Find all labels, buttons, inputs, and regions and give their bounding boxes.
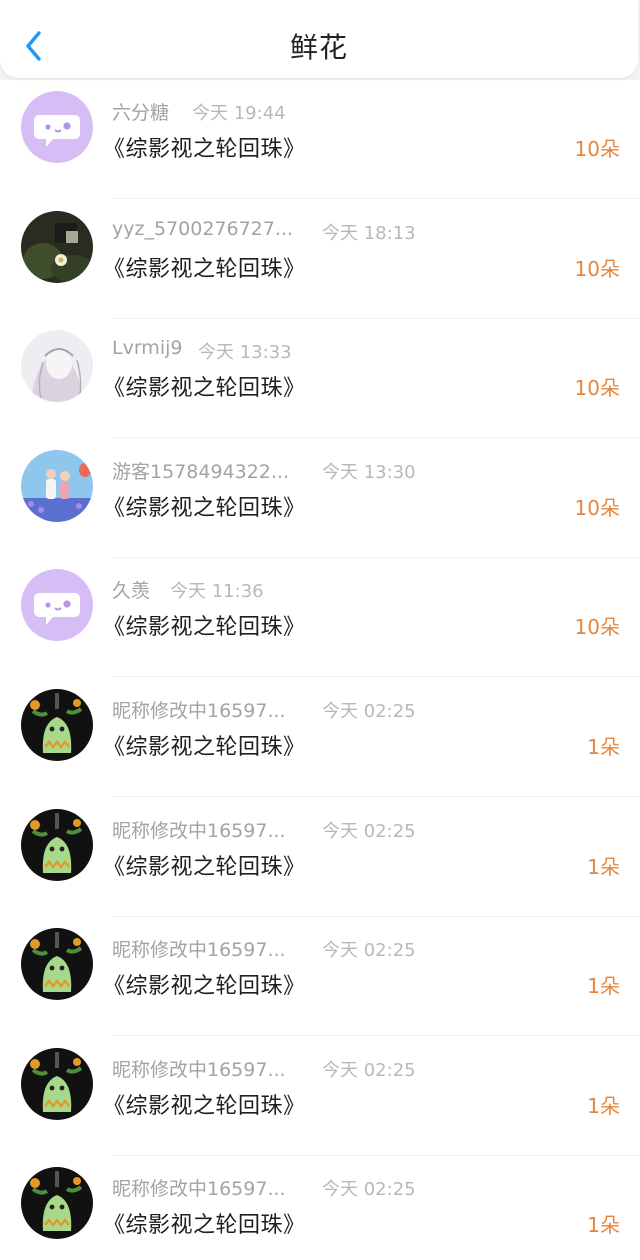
username[interactable]: 游客1578494322... xyxy=(112,457,289,484)
timestamp: 今天 18:13 xyxy=(322,223,416,244)
book-title: 《综影视之轮回珠》 xyxy=(103,855,306,880)
row-divider xyxy=(112,437,640,438)
flower-count: 10朵 xyxy=(574,257,620,281)
cactus-avatar[interactable] xyxy=(21,809,93,881)
cactus-avatar[interactable] xyxy=(21,1048,93,1120)
username[interactable]: 久羡 xyxy=(112,576,150,603)
timestamp: 今天 02:25 xyxy=(322,701,416,722)
flower-count: 10朵 xyxy=(574,615,620,639)
timestamp: 今天 02:25 xyxy=(322,821,416,842)
flower-count: 10朵 xyxy=(574,376,620,400)
flower-count: 1朵 xyxy=(587,735,620,759)
username[interactable]: yyz_5700276727... xyxy=(112,218,293,240)
flower-list: 六分糖 今天 19:44 《综影视之轮回珠》 10朵 yyz_5700276727...… xyxy=(0,80,640,1260)
flower-count: 1朵 xyxy=(587,1094,620,1118)
flower-item[interactable]: 昵称修改中16597... 今天 02:25 《综影视之轮回珠》 1朵 xyxy=(0,1156,640,1260)
flower-count: 1朵 xyxy=(587,1213,620,1237)
row-divider xyxy=(112,1035,640,1036)
row-divider xyxy=(112,676,640,677)
book-title: 《综影视之轮回珠》 xyxy=(103,1213,306,1238)
timestamp: 今天 02:25 xyxy=(322,940,416,961)
cactus-avatar[interactable] xyxy=(21,928,93,1000)
username[interactable]: 昵称修改中16597... xyxy=(112,1055,286,1082)
chat-bubble-avatar[interactable] xyxy=(21,569,93,641)
timestamp: 今天 02:25 xyxy=(322,1179,416,1200)
timestamp: 今天 02:25 xyxy=(322,1060,416,1081)
timestamp: 今天 11:36 xyxy=(170,581,264,602)
sketch-avatar[interactable] xyxy=(21,330,93,402)
top-bar: 鲜花 xyxy=(0,0,638,78)
flower-item[interactable]: 昵称修改中16597... 今天 02:25 《综影视之轮回珠》 1朵 xyxy=(0,678,640,797)
username[interactable]: 昵称修改中16597... xyxy=(112,696,286,723)
flower-item[interactable]: 久羡 今天 11:36 《综影视之轮回珠》 10朵 xyxy=(0,558,640,677)
flower-item[interactable]: Lvrmij9 今天 13:33 《综影视之轮回珠》 10朵 xyxy=(0,319,640,438)
flower-count: 10朵 xyxy=(574,496,620,520)
book-title: 《综影视之轮回珠》 xyxy=(103,735,306,760)
book-title: 《综影视之轮回珠》 xyxy=(103,974,306,999)
flower-count: 10朵 xyxy=(574,137,620,161)
username[interactable]: 昵称修改中16597... xyxy=(112,816,286,843)
username[interactable]: 昵称修改中16597... xyxy=(112,935,286,962)
flower-count: 1朵 xyxy=(587,974,620,998)
book-title: 《综影视之轮回珠》 xyxy=(103,137,306,162)
book-title: 《综影视之轮回珠》 xyxy=(103,257,306,282)
timestamp: 今天 13:33 xyxy=(198,342,292,363)
flower-count: 1朵 xyxy=(587,855,620,879)
book-title: 《综影视之轮回珠》 xyxy=(103,615,306,640)
flower-item[interactable]: 六分糖 今天 19:44 《综影视之轮回珠》 10朵 xyxy=(0,80,640,199)
cactus-avatar[interactable] xyxy=(21,689,93,761)
username[interactable]: 昵称修改中16597... xyxy=(112,1174,286,1201)
timestamp: 今天 13:30 xyxy=(322,462,416,483)
username[interactable]: 六分糖 xyxy=(112,98,169,125)
book-title: 《综影视之轮回珠》 xyxy=(103,496,306,521)
flower-item[interactable]: yyz_5700276727... 今天 18:13 《综影视之轮回珠》 10朵 xyxy=(0,200,640,319)
couple-photo-avatar[interactable] xyxy=(21,450,93,522)
page-title: 鲜花 xyxy=(289,31,348,64)
flower-item[interactable]: 游客1578494322... 今天 13:30 《综影视之轮回珠》 10朵 xyxy=(0,439,640,558)
flower-item[interactable]: 昵称修改中16597... 今天 02:25 《综影视之轮回珠》 1朵 xyxy=(0,798,640,917)
book-title: 《综影视之轮回珠》 xyxy=(103,376,306,401)
chat-bubble-avatar[interactable] xyxy=(21,91,93,163)
book-title: 《综影视之轮回珠》 xyxy=(103,1094,306,1119)
flower-item[interactable]: 昵称修改中16597... 今天 02:25 《综影视之轮回珠》 1朵 xyxy=(0,1037,640,1156)
username[interactable]: Lvrmij9 xyxy=(112,337,182,359)
timestamp: 今天 19:44 xyxy=(192,103,286,124)
flower-item[interactable]: 昵称修改中16597... 今天 02:25 《综影视之轮回珠》 1朵 xyxy=(0,917,640,1036)
row-divider xyxy=(112,198,640,199)
photo-avatar[interactable] xyxy=(21,211,93,283)
row-divider xyxy=(112,796,640,797)
cactus-avatar[interactable] xyxy=(21,1167,93,1239)
